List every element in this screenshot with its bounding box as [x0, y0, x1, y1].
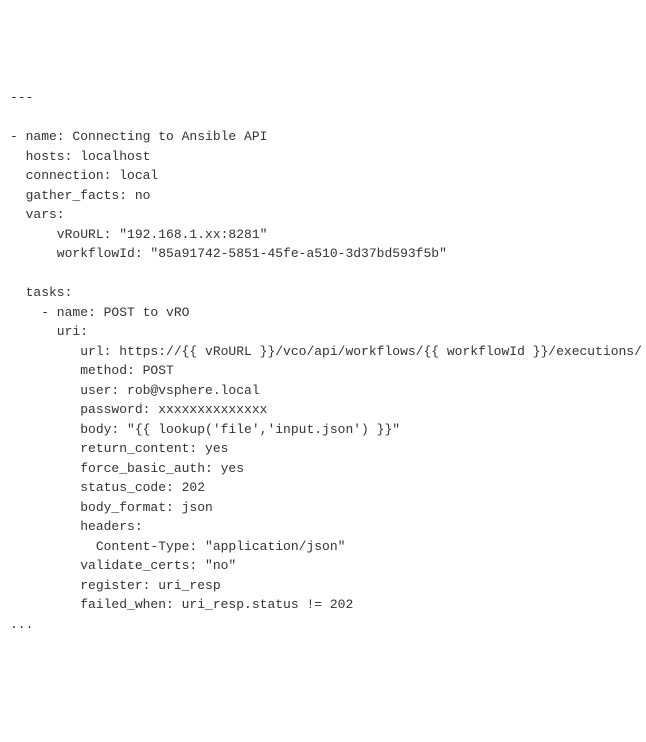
code-line: - name: POST to vRO [10, 305, 189, 320]
code-line: password: xxxxxxxxxxxxxx [10, 402, 267, 417]
code-line: - name: Connecting to Ansible API [10, 129, 267, 144]
code-line: connection: local [10, 168, 158, 183]
code-line: ... [10, 617, 33, 632]
code-line: status_code: 202 [10, 480, 205, 495]
code-line: gather_facts: no [10, 188, 150, 203]
code-line: body: "{{ lookup('file','input.json') }}… [10, 422, 400, 437]
code-line: register: uri_resp [10, 578, 221, 593]
code-line: workflowId: "85a91742-5851-45fe-a510-3d3… [10, 246, 447, 261]
code-line: headers: [10, 519, 143, 534]
code-line: validate_certs: "no" [10, 558, 236, 573]
code-line: Content-Type: "application/json" [10, 539, 345, 554]
code-line: tasks: [10, 285, 72, 300]
code-line: body_format: json [10, 500, 213, 515]
code-line: failed_when: uri_resp.status != 202 [10, 597, 353, 612]
code-line: method: POST [10, 363, 174, 378]
code-line: return_content: yes [10, 441, 228, 456]
code-line: user: rob@vsphere.local [10, 383, 260, 398]
code-line: hosts: localhost [10, 149, 150, 164]
code-line: vars: [10, 207, 65, 222]
code-line: vRoURL: "192.168.1.xx:8281" [10, 227, 267, 242]
code-line: url: https://{{ vRoURL }}/vco/api/workfl… [10, 344, 642, 359]
code-line: force_basic_auth: yes [10, 461, 244, 476]
code-line: --- [10, 90, 33, 105]
code-line: uri: [10, 324, 88, 339]
ansible-playbook-code: --- - name: Connecting to Ansible API ho… [10, 88, 636, 634]
